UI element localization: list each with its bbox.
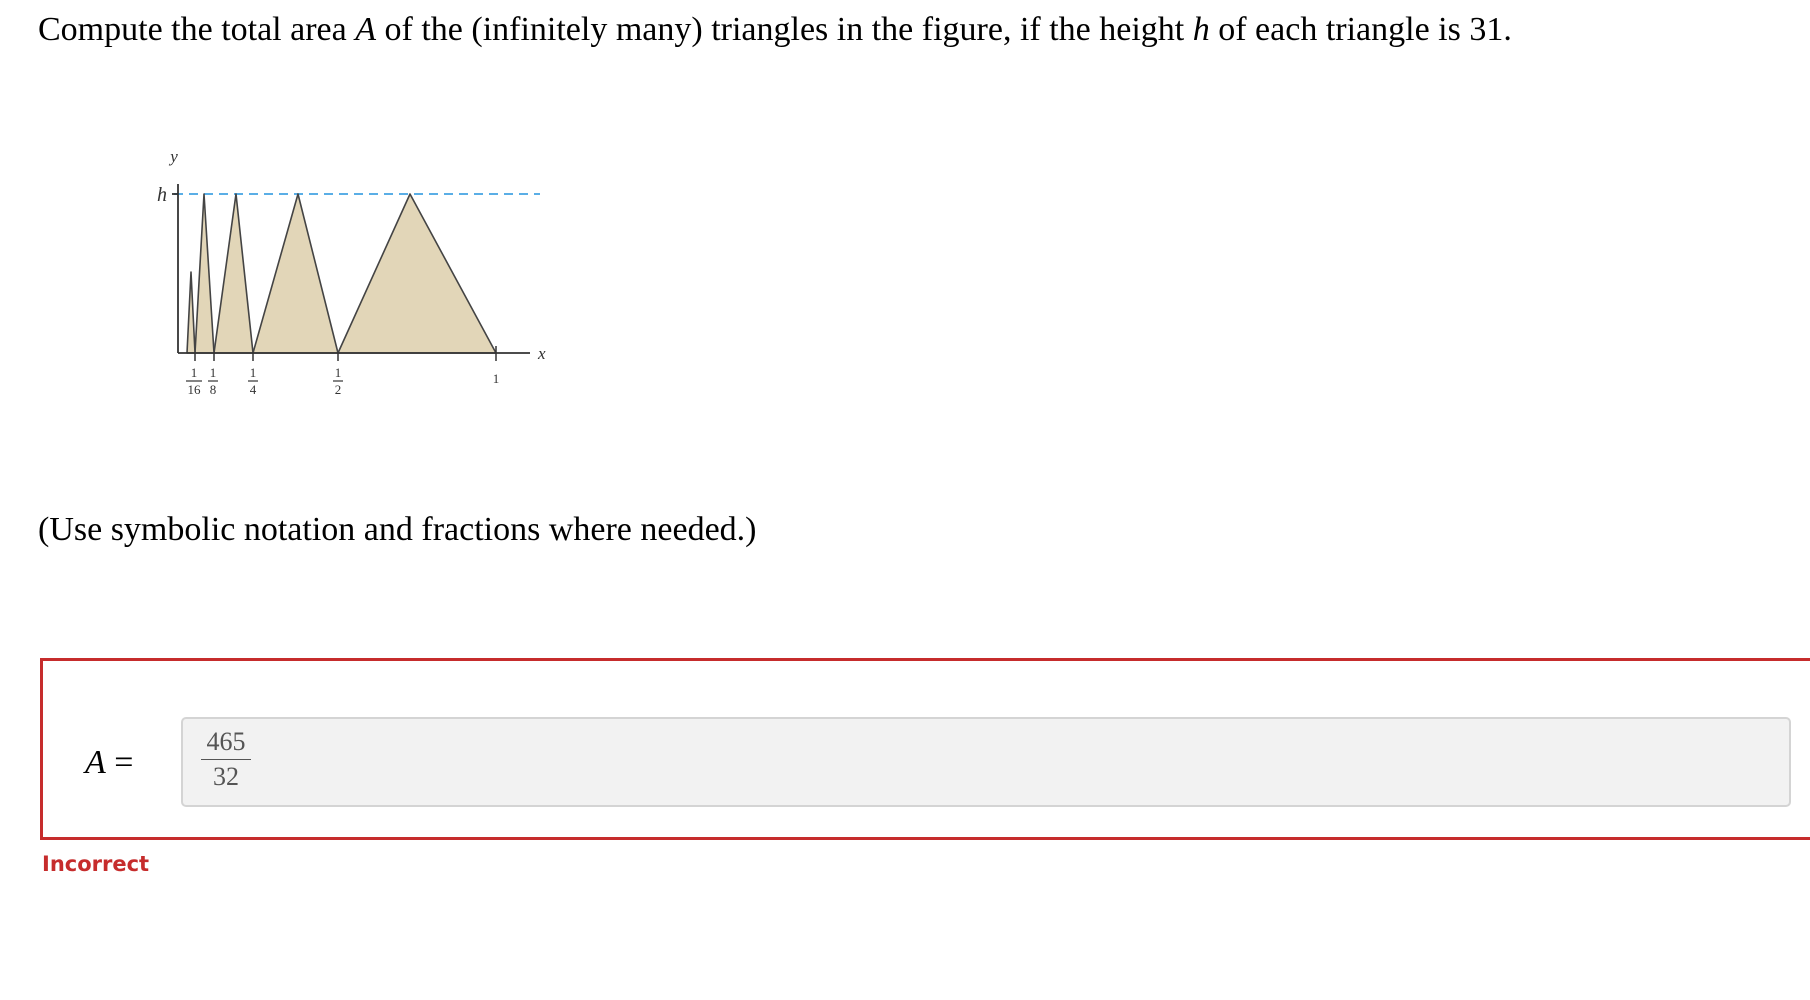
- tick-label-1-4-num: 1: [250, 365, 257, 380]
- tick-label-1-2-num: 1: [335, 365, 342, 380]
- question-text: Compute the total area A of the (infinit…: [38, 8, 1512, 52]
- answer-equals: =: [114, 744, 134, 781]
- answer-denominator: 32: [213, 762, 239, 791]
- tick-label-1-2-den: 2: [335, 382, 342, 397]
- h-label: h: [157, 184, 167, 206]
- answer-box: A = 465 32: [40, 658, 1810, 840]
- triangles-figure-svg: y x h 1 16 1 8 1 4 1 2 1: [157, 147, 546, 397]
- status-incorrect: Incorrect: [42, 852, 150, 876]
- triangle-eighth-to-quarter: [213, 193, 254, 354]
- triangle-quarter-to-half: [252, 193, 339, 354]
- tick-label-1-16-den: 16: [188, 382, 202, 397]
- triangle-half-to-one: [337, 193, 497, 354]
- tick-label-1-16-num: 1: [191, 365, 198, 380]
- tick-label-1-8-num: 1: [210, 365, 217, 380]
- triangle-sixteenth-to-eighth: [194, 193, 215, 354]
- answer-input[interactable]: 465 32: [181, 717, 1791, 807]
- instruction-note: (Use symbolic notation and fractions whe…: [38, 511, 757, 548]
- question-part3: of each triangle is 31.: [1209, 11, 1512, 48]
- triangles-figure: y x h 1 16 1 8 1 4 1 2 1: [138, 132, 558, 422]
- x-axis-label: x: [537, 344, 546, 363]
- answer-numerator: 465: [201, 727, 251, 760]
- question-part2: of the (infinitely many) triangles in th…: [376, 11, 1193, 48]
- tick-label-1: 1: [493, 371, 500, 386]
- question-var-h: h: [1192, 11, 1210, 48]
- triangle-smaller: [186, 271, 196, 354]
- answer-label: A =: [85, 743, 133, 783]
- tick-label-1-8-den: 8: [210, 382, 217, 397]
- question-var-a: A: [355, 11, 377, 48]
- y-axis-label: y: [168, 147, 178, 166]
- question-part1: Compute the total area: [38, 11, 356, 48]
- answer-variable: A: [85, 744, 106, 781]
- tick-label-1-4-den: 4: [250, 382, 257, 397]
- answer-fraction: 465 32: [201, 727, 251, 792]
